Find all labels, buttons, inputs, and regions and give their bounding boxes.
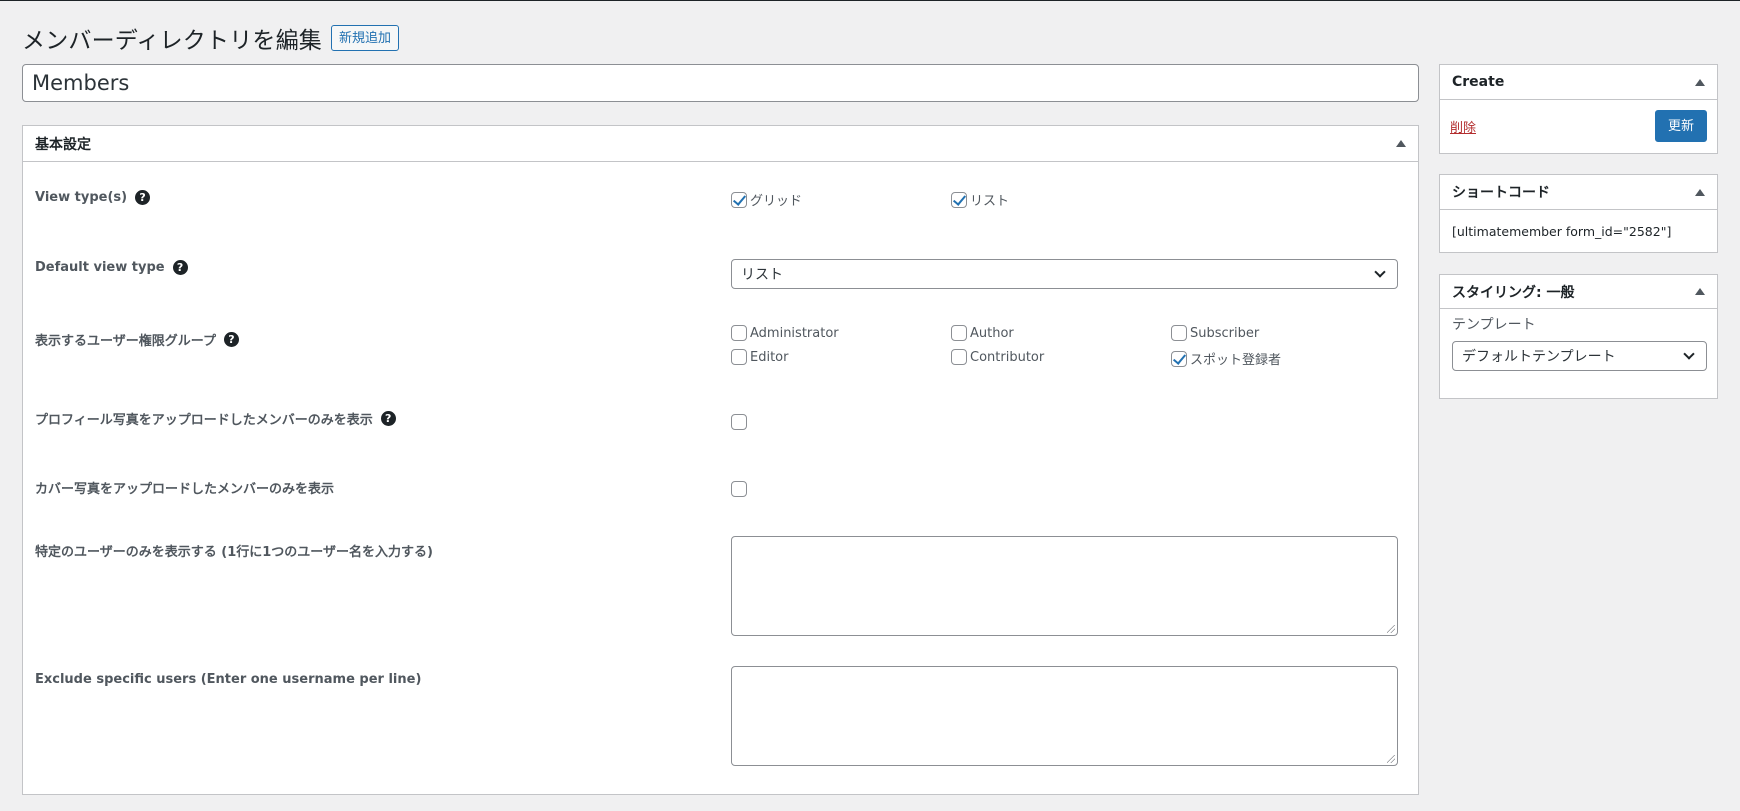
shortcode-box-title: ショートコード — [1452, 185, 1550, 201]
default-view-label-text: Default view type — [35, 260, 165, 275]
show-specific-users-label-text: 特定のユーザーのみを表示する (1行に1つのユーザー名を入力する) — [35, 545, 433, 560]
template-select[interactable]: デフォルトテンプレート — [1452, 341, 1707, 371]
role-author-checkbox[interactable] — [951, 325, 967, 341]
basic-settings-title: 基本設定 — [35, 136, 91, 153]
roles-label-text: 表示するユーザー権限グループ — [35, 334, 216, 349]
view-types-label: View type(s) ? — [35, 190, 151, 205]
triangle-up-icon[interactable] — [1695, 78, 1705, 86]
styling-box-title: スタイリング: 一般 — [1452, 284, 1575, 301]
view-type-list-checkbox[interactable] — [951, 191, 967, 208]
profile-photo-only-checkbox[interactable] — [731, 414, 747, 430]
default-view-selected: リスト — [741, 267, 783, 283]
template-label: テンプレート — [1452, 317, 1536, 333]
page-header: メンバーディレクトリを編集 新規追加 — [22, 21, 400, 55]
role-author-label: Author — [970, 325, 1014, 341]
update-button[interactable]: 更新 — [1654, 110, 1707, 142]
question-circle-icon[interactable]: ? — [135, 190, 151, 205]
view-types-label-text: View type(s) — [35, 190, 128, 205]
role-editor-label: Editor — [750, 349, 789, 365]
view-type-grid-checkbox[interactable] — [731, 191, 747, 208]
role-administrator-checkbox[interactable] — [731, 325, 747, 341]
role-spot-registrant-checkbox[interactable] — [1171, 350, 1187, 367]
delete-link[interactable]: 削除 — [1450, 117, 1476, 136]
shortcode-box: ショートコード [ultimatemember form_id="2582"] — [1439, 174, 1718, 253]
role-administrator-label: Administrator — [750, 325, 839, 341]
styling-box: スタイリング: 一般 テンプレート デフォルトテンプレート — [1439, 274, 1718, 399]
triangle-up-icon[interactable] — [1695, 288, 1705, 295]
default-view-label: Default view type ? — [35, 260, 188, 275]
role-subscriber-checkbox[interactable] — [1171, 325, 1187, 341]
basic-settings-header[interactable]: 基本設定 — [23, 126, 1418, 162]
cover-photo-only-label: カバー写真をアップロードしたメンバーのみを表示 — [35, 478, 334, 497]
create-box-header[interactable]: Create — [1440, 65, 1717, 100]
role-editor-option[interactable]: Editor — [731, 349, 788, 365]
view-type-list-option[interactable]: リスト — [951, 190, 1009, 209]
view-type-grid-label: グリッド — [750, 194, 803, 209]
role-spot-registrant-option[interactable]: スポット登録者 — [1171, 349, 1281, 368]
roles-label: 表示するユーザー権限グループ ? — [35, 330, 239, 349]
admin-page: メンバーディレクトリを編集 新規追加 基本設定 View type(s) ? グ… — [0, 1, 1740, 811]
default-view-select[interactable]: リスト — [731, 259, 1398, 289]
shortcode-box-header[interactable]: ショートコード — [1440, 175, 1717, 210]
role-spot-registrant-label: スポット登録者 — [1190, 353, 1282, 368]
basic-settings-box: 基本設定 View type(s) ? グリッド リスト Default vie… — [22, 125, 1419, 795]
show-specific-users-textarea[interactable] — [731, 536, 1398, 636]
question-circle-icon[interactable]: ? — [172, 260, 188, 275]
view-type-list-label: リスト — [970, 194, 1010, 209]
add-new-button[interactable]: 新規追加 — [331, 25, 400, 51]
profile-photo-only-label-text: プロフィール写真をアップロードしたメンバーのみを表示 — [35, 413, 373, 428]
shortcode-text: [ultimatemember form_id="2582"] — [1452, 224, 1672, 239]
question-circle-icon[interactable]: ? — [223, 332, 239, 347]
page-title: メンバーディレクトリを編集 — [22, 28, 322, 54]
create-box: Create 削除 更新 — [1439, 64, 1718, 154]
styling-box-header[interactable]: スタイリング: 一般 — [1440, 275, 1717, 309]
exclude-users-label-text: Exclude specific users (Enter one userna… — [35, 672, 422, 687]
triangle-up-icon[interactable] — [1396, 140, 1406, 147]
profile-photo-only-label: プロフィール写真をアップロードしたメンバーのみを表示 ? — [35, 409, 396, 428]
role-subscriber-option[interactable]: Subscriber — [1171, 325, 1259, 341]
question-circle-icon[interactable]: ? — [380, 411, 396, 426]
role-subscriber-label: Subscriber — [1190, 325, 1260, 341]
role-contributor-label: Contributor — [970, 349, 1045, 365]
template-selected: デフォルトテンプレート — [1462, 349, 1616, 365]
role-editor-checkbox[interactable] — [731, 349, 747, 365]
chevron-down-icon — [1374, 265, 1386, 278]
exclude-users-textarea[interactable] — [731, 666, 1398, 766]
create-box-title: Create — [1452, 74, 1505, 90]
chevron-down-icon — [1683, 347, 1695, 360]
role-contributor-option[interactable]: Contributor — [951, 349, 1044, 365]
exclude-users-label: Exclude specific users (Enter one userna… — [35, 672, 421, 687]
show-specific-users-label: 特定のユーザーのみを表示する (1行に1つのユーザー名を入力する) — [35, 541, 433, 560]
cover-photo-only-checkbox[interactable] — [731, 481, 747, 497]
role-author-option[interactable]: Author — [951, 325, 1014, 341]
cover-photo-only-label-text: カバー写真をアップロードしたメンバーのみを表示 — [35, 482, 335, 497]
role-administrator-option[interactable]: Administrator — [731, 325, 839, 341]
view-type-grid-option[interactable]: グリッド — [731, 190, 802, 209]
triangle-up-icon[interactable] — [1695, 188, 1705, 196]
directory-title-input[interactable] — [22, 64, 1419, 102]
role-contributor-checkbox[interactable] — [951, 349, 967, 365]
